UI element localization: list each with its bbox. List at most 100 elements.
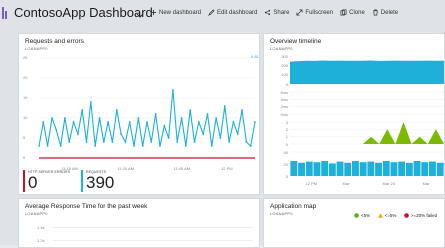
data-point xyxy=(206,113,209,115)
data-point xyxy=(98,117,101,119)
tile-subtitle: LOANAPP0 xyxy=(25,46,48,51)
y-tick-label: 3 xyxy=(285,119,288,125)
data-point xyxy=(146,121,148,123)
y-tick-label: 15 xyxy=(23,95,28,100)
data-point xyxy=(180,117,183,119)
area-bar xyxy=(405,162,413,176)
data-point xyxy=(176,141,179,143)
warning-triangle-icon xyxy=(377,213,383,218)
tile-subtitle: LOANAPP0 xyxy=(25,211,48,216)
area-bar xyxy=(436,162,444,176)
tile-subtitle: LOANAPP0 xyxy=(270,46,293,51)
data-point xyxy=(64,117,66,119)
page-title: ContosoApp Dashboard xyxy=(14,5,153,20)
gridline xyxy=(53,240,253,241)
data-point xyxy=(228,141,230,143)
y-tick-label: 5 xyxy=(23,135,26,140)
data-point xyxy=(210,145,213,147)
chevron-down-icon[interactable] xyxy=(136,7,144,18)
area-bar xyxy=(375,162,382,176)
legend-warning: <=5% xyxy=(377,213,397,218)
data-point xyxy=(42,121,45,123)
app-insights-icon xyxy=(2,6,8,19)
data-point xyxy=(124,141,127,143)
data-point xyxy=(232,121,235,123)
y-tick-label: 2ms xyxy=(280,104,288,110)
area-bar xyxy=(359,162,367,176)
metric-value: 0 xyxy=(28,173,38,192)
clone-button[interactable]: Clone xyxy=(340,9,365,16)
area-bar xyxy=(413,161,421,176)
data-point xyxy=(59,145,62,147)
error-circle-icon xyxy=(404,213,409,218)
area-bar xyxy=(321,161,329,176)
data-point xyxy=(94,145,97,147)
data-point xyxy=(223,105,226,107)
response-time-tile[interactable]: Average Response Time for the past week … xyxy=(18,198,260,248)
data-point xyxy=(167,137,170,139)
area-bar xyxy=(352,161,359,176)
data-point xyxy=(241,109,243,111)
overview-timeline-tile[interactable]: Overview timeline LOANAPP0 300 200 100 0 6ms… xyxy=(263,33,445,195)
plus-icon xyxy=(150,9,157,16)
x-tick-label: Mar 24 xyxy=(382,181,395,186)
data-point xyxy=(189,109,192,111)
tile-title: Average Response Time for the past week xyxy=(25,203,148,210)
y-tick-label: 10 xyxy=(23,115,28,120)
data-point xyxy=(193,141,196,143)
new-dashboard-button[interactable]: New dashboard xyxy=(150,9,201,16)
data-point xyxy=(89,101,92,103)
new-dashboard-label: New dashboard xyxy=(159,9,202,16)
data-point xyxy=(120,133,122,135)
clone-label: Clone xyxy=(349,9,365,16)
requests-errors-tile[interactable]: Requests and errors LOANAPP0 0.81 25 20 15… xyxy=(18,33,260,195)
data-point xyxy=(150,141,153,143)
tile-title: Overview timeline xyxy=(270,38,322,45)
legend-label: <=5% xyxy=(384,213,397,218)
share-icon xyxy=(265,9,271,16)
gridline xyxy=(53,227,253,228)
dashboard-frame: ContosoApp Dashboard New dashboard Edit … xyxy=(0,0,445,248)
data-point xyxy=(81,109,84,111)
x-tick-label: 12 PM xyxy=(221,166,233,171)
y-tick-label: 2 xyxy=(285,126,288,132)
requests-chart xyxy=(38,57,256,159)
edit-dashboard-button[interactable]: Edit dashboard xyxy=(208,9,257,16)
y-tick-label: 1.4s xyxy=(37,225,45,230)
legend-label: >=20% failed xyxy=(410,213,438,218)
data-point xyxy=(38,145,40,147)
area-bar xyxy=(421,162,429,176)
x-tick-label: Mar xyxy=(342,181,350,186)
x-tick-label: 12 PM xyxy=(305,181,318,186)
data-point xyxy=(76,133,79,135)
metric-errors: HTTP SERVER ERRORS 0 xyxy=(23,170,75,192)
expand-icon xyxy=(296,9,303,16)
area-bar xyxy=(382,161,390,176)
area-bar xyxy=(367,161,375,176)
application-map-tile[interactable]: Application map LOANAPP0 <5% <=5% >=20% … xyxy=(263,198,445,248)
y-tick-label: 20 xyxy=(283,161,288,167)
y-tick-label: 1.2s xyxy=(37,238,45,243)
y-tick-label: 1 xyxy=(285,134,288,140)
data-point xyxy=(85,141,88,143)
tile-title: Requests and errors xyxy=(25,38,84,45)
y-tick-label: 40 xyxy=(283,149,288,155)
x-tick-label: 11:45 AM xyxy=(173,166,191,171)
y-tick-label: 0 xyxy=(285,81,288,87)
data-point xyxy=(68,141,71,143)
y-tick-label: 200 xyxy=(281,62,288,68)
area-bar xyxy=(298,162,305,176)
data-point xyxy=(163,125,166,127)
y-tick-label: 100 xyxy=(281,72,288,78)
y-tick-label: 25 xyxy=(23,55,28,60)
tile-title: Application map xyxy=(270,203,317,210)
share-button[interactable]: Share xyxy=(264,9,289,16)
delete-button[interactable]: Delete xyxy=(372,9,398,16)
fullscreen-button[interactable]: Fullscreen xyxy=(296,9,333,16)
data-point xyxy=(137,117,140,119)
data-point xyxy=(102,141,105,143)
fullscreen-label: Fullscreen xyxy=(305,9,334,16)
data-point xyxy=(51,117,53,119)
y-tick-label: 4ms xyxy=(280,96,288,102)
area-bar xyxy=(429,161,436,176)
